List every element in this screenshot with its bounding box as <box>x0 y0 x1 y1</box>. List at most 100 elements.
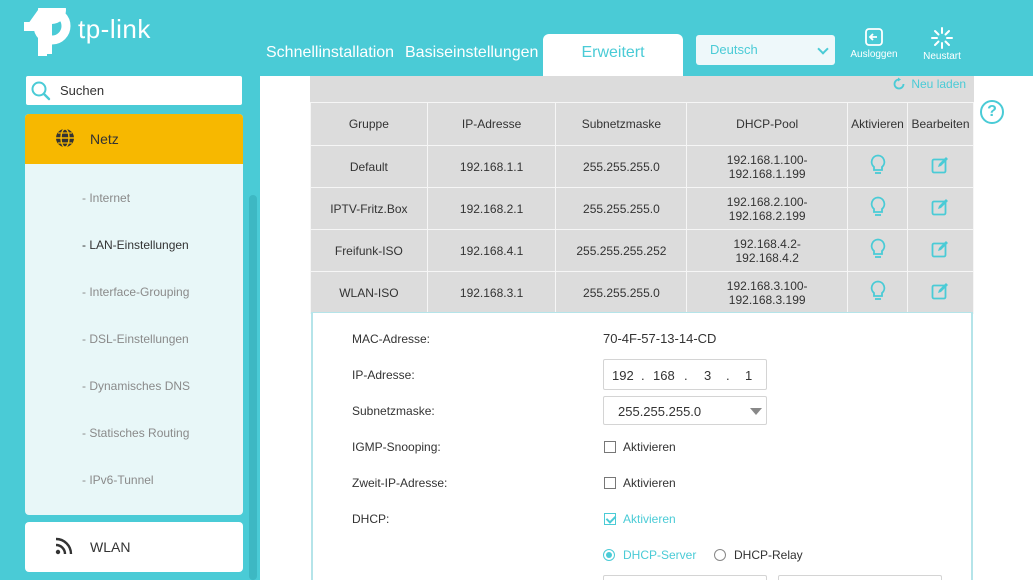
cell-group: IPTV-Fritz.Box <box>310 187 428 230</box>
sidebar-item-wlan[interactable]: WLAN <box>25 522 243 572</box>
sidebar-item-static-routing[interactable]: - Statisches Routing <box>82 426 189 440</box>
sidebar-item-ddns[interactable]: - Dynamisches DNS <box>82 379 190 393</box>
edit-cell[interactable] <box>906 271 975 314</box>
logout-icon <box>865 28 883 46</box>
lightbulb-icon[interactable] <box>870 154 886 176</box>
second-ip-checkbox[interactable] <box>604 477 616 489</box>
restart-button[interactable]: Neustart <box>918 27 966 62</box>
sidebar-section-netz: Netz - Internet - LAN-Einstellungen - In… <box>25 114 243 515</box>
dhcp-checkbox[interactable] <box>604 513 616 525</box>
dhcp-relay-radio[interactable] <box>714 549 726 561</box>
mask-label: Subnetzmaske: <box>352 404 435 418</box>
lightbulb-icon[interactable] <box>870 280 886 302</box>
cell-mask: 255.255.255.0 <box>555 145 688 188</box>
activate-cell[interactable] <box>847 229 908 272</box>
subnet-mask-select[interactable]: 255.255.255.0 <box>603 396 767 425</box>
tp-link-logo-icon <box>24 0 71 56</box>
ip-segment-3[interactable]: 3 <box>704 368 711 383</box>
ip-dot: . <box>684 368 688 383</box>
pool-end: 192.168.4.2 <box>735 250 799 265</box>
sidebar-label-wlan: WLAN <box>90 539 131 555</box>
restart-icon <box>931 27 953 49</box>
cell-ip: 192.168.3.1 <box>426 271 557 314</box>
search-icon <box>31 81 51 101</box>
activate-cell[interactable] <box>847 145 908 188</box>
tab-basiseinstellungen[interactable]: Basiseinstellungen <box>405 44 538 62</box>
table-row: Freifunk-ISO 192.168.4.1 255.255.255.252… <box>310 229 975 272</box>
edit-cell[interactable] <box>906 145 975 188</box>
ip-dot: . <box>641 368 645 383</box>
sidebar-item-netz[interactable]: Netz <box>25 114 243 164</box>
sidebar-label-netz: Netz <box>90 131 119 147</box>
ip-segment-1[interactable]: 192 <box>612 368 634 383</box>
tab-erweitert[interactable]: Erweitert <box>543 34 683 76</box>
dhcp-server-radio[interactable] <box>603 549 615 561</box>
pool-start: 192.168.4.2- <box>733 236 801 251</box>
dhcp-checkbox-label[interactable]: Aktivieren <box>623 512 676 526</box>
second-ip-checkbox-label[interactable]: Aktivieren <box>623 476 676 490</box>
table-row-selected: WLAN-ISO 192.168.3.1 255.255.255.0 192.1… <box>310 271 975 314</box>
pool-end: 192.168.3.199 <box>728 292 806 307</box>
ip-segment-2[interactable]: 168 <box>653 368 675 383</box>
sidebar-item-interface-grouping[interactable]: - Interface-Grouping <box>82 285 189 299</box>
logout-button[interactable]: Ausloggen <box>846 27 902 60</box>
ip-address-input[interactable]: 192 . 168 . 3 . 1 <box>603 359 767 390</box>
edit-icon[interactable] <box>931 198 949 216</box>
second-ip-label: Zweit-IP-Adresse: <box>352 476 448 490</box>
cell-ip: 192.168.4.1 <box>426 229 557 272</box>
wifi-icon <box>55 537 73 555</box>
interface-group-table: Gruppe IP-Adresse Subnetzmaske DHCP-Pool… <box>310 102 975 314</box>
igmp-label: IGMP-Snooping: <box>352 440 441 454</box>
pool-end: 192.168.2.199 <box>728 208 806 223</box>
mask-value: 255.255.255.0 <box>618 404 702 419</box>
mac-value: 70-4F-57-13-14-CD <box>603 331 717 346</box>
cell-ip: 192.168.1.1 <box>426 145 557 188</box>
table-toolbar <box>310 76 974 103</box>
activate-cell[interactable] <box>847 187 908 230</box>
igmp-checkbox-label[interactable]: Aktivieren <box>623 440 676 454</box>
reload-icon <box>893 77 905 90</box>
sidebar-scrollbar[interactable] <box>249 195 257 580</box>
cell-group: Freifunk-ISO <box>310 229 428 272</box>
sidebar-item-lan[interactable]: - LAN-Einstellungen <box>82 238 189 252</box>
restart-label: Neustart <box>923 51 961 62</box>
ip-segment-4[interactable]: 1 <box>745 368 752 383</box>
table-row: Default 192.168.1.1 255.255.255.0 192.16… <box>310 145 975 188</box>
logo-text: tp-link <box>78 14 151 44</box>
ip-dot: . <box>726 368 730 383</box>
edit-icon[interactable] <box>931 240 949 258</box>
cell-mask: 255.255.255.0 <box>555 187 688 230</box>
sidebar-item-internet[interactable]: - Internet <box>82 191 130 205</box>
cell-pool: 192.168.3.100- 192.168.3.199 <box>686 271 849 314</box>
cell-mask: 255.255.255.0 <box>555 271 688 314</box>
dhcp-relay-label[interactable]: DHCP-Relay <box>734 548 803 562</box>
language-select[interactable]: Deutsch <box>696 35 835 65</box>
mac-label: MAC-Adresse: <box>352 332 431 346</box>
edit-cell[interactable] <box>906 229 975 272</box>
dhcp-pool-end-input[interactable] <box>778 575 942 580</box>
cell-pool: 192.168.1.100- 192.168.1.199 <box>686 145 849 188</box>
edit-icon[interactable] <box>931 282 949 300</box>
activate-cell[interactable] <box>847 271 908 314</box>
igmp-checkbox[interactable] <box>604 441 616 453</box>
sidebar-item-ipv6-tunnel[interactable]: - IPv6-Tunnel <box>82 473 154 487</box>
help-icon[interactable]: ? <box>980 100 1004 124</box>
sidebar-item-dsl[interactable]: - DSL-Einstellungen <box>82 332 189 346</box>
dhcp-pool-start-input[interactable] <box>603 575 767 580</box>
table-row: IPTV-Fritz.Box 192.168.2.1 255.255.255.0… <box>310 187 975 230</box>
dhcp-server-label[interactable]: DHCP-Server <box>623 548 696 562</box>
col-header-aktivieren: Aktivieren <box>847 102 908 146</box>
chevron-down-icon <box>817 43 829 55</box>
edit-icon[interactable] <box>931 156 949 174</box>
ip-label: IP-Adresse: <box>352 368 415 382</box>
tab-schnellinstallation[interactable]: Schnellinstallation <box>266 44 394 62</box>
search-placeholder: Suchen <box>60 83 105 98</box>
edit-cell[interactable] <box>906 187 975 230</box>
cell-mask: 255.255.255.252 <box>555 229 688 272</box>
search-input[interactable]: Suchen <box>26 76 242 105</box>
lightbulb-icon[interactable] <box>870 238 886 260</box>
reload-button[interactable]: Neu laden <box>892 77 966 91</box>
lightbulb-icon[interactable] <box>870 196 886 218</box>
col-header-gruppe: Gruppe <box>310 102 428 146</box>
col-header-bearbeiten: Bearbeiten <box>906 102 975 146</box>
